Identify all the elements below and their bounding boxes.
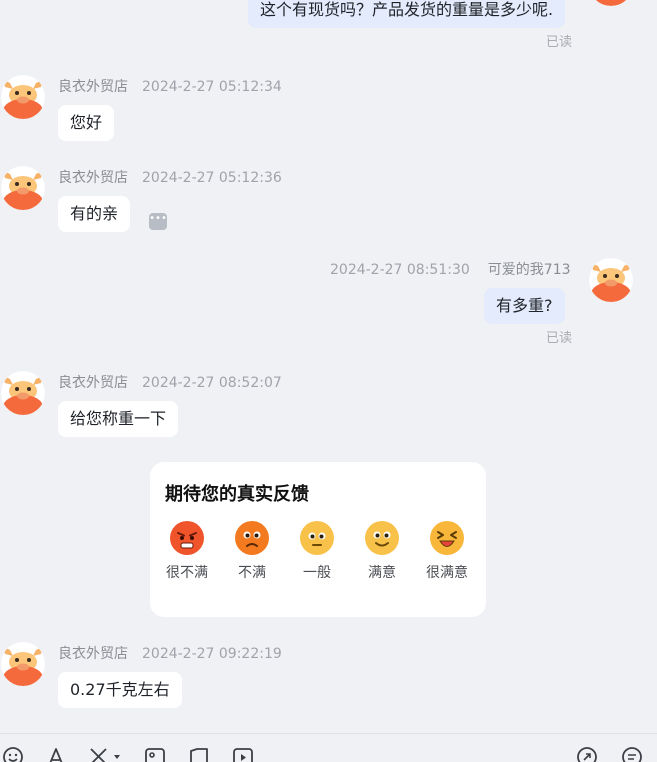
- message-meta: 2024-2-27 08:51:30 可爱的我713: [330, 259, 571, 279]
- message-time: 2024-2-27 08:52:07: [142, 375, 282, 391]
- avatar-shop[interactable]: [1, 166, 45, 210]
- bull-avatar-icon: [589, 258, 633, 302]
- rating-label: 一般: [303, 565, 331, 581]
- message-bubble-outgoing[interactable]: 有多重?: [484, 288, 565, 324]
- avatar-shop[interactable]: [1, 371, 45, 415]
- read-status: 已读: [546, 35, 573, 50]
- rating-option-very-dissatisfied[interactable]: 很不满: [157, 520, 217, 582]
- avatar-self[interactable]: [589, 0, 633, 6]
- rating-label: 很不满: [166, 565, 208, 581]
- message-meta: 良衣外贸店 2024-2-27 05:12:36: [58, 167, 282, 187]
- read-status: 已读: [546, 331, 573, 346]
- message-bubble-incoming[interactable]: 0.27千克左右: [58, 672, 182, 708]
- message-bubble-incoming[interactable]: 给您称重一下: [58, 401, 179, 437]
- frowning-face-icon: [234, 520, 270, 556]
- scissors-icon[interactable]: [88, 746, 124, 762]
- rating-option-dissatisfied[interactable]: 不满: [222, 520, 282, 582]
- angry-face-icon: [169, 520, 205, 556]
- message-time: 2024-2-27 08:51:30: [330, 262, 470, 278]
- rating-label: 很满意: [426, 565, 468, 581]
- send-icon[interactable]: [576, 746, 598, 762]
- laughing-face-icon: [429, 520, 465, 556]
- message-bubble-incoming[interactable]: 有的亲: [58, 196, 131, 232]
- quick-reply-icon[interactable]: [621, 746, 643, 762]
- bull-avatar-icon: [1, 371, 45, 415]
- sender-name: 良衣外贸店: [58, 375, 128, 391]
- avatar-self[interactable]: [589, 258, 633, 302]
- message-time: 2024-2-27 05:12:36: [142, 170, 282, 186]
- avatar-shop[interactable]: [1, 75, 45, 119]
- font-icon[interactable]: [45, 746, 67, 762]
- message-meta: 良衣外贸店 2024-2-27 08:52:07: [58, 372, 282, 392]
- neutral-face-icon: [299, 520, 335, 556]
- bull-avatar-icon: [1, 75, 45, 119]
- sender-name: 良衣外贸店: [58, 646, 128, 662]
- rating-label: 不满: [238, 565, 266, 581]
- feedback-card: 期待您的真实反馈 很不满 不满 一般 满意 很满意: [150, 462, 486, 617]
- message-time: 2024-2-27 09:22:19: [142, 646, 282, 662]
- feedback-title: 期待您的真实反馈: [165, 484, 309, 505]
- smiling-face-icon: [364, 520, 400, 556]
- video-icon[interactable]: [232, 746, 254, 762]
- rating-option-neutral[interactable]: 一般: [287, 520, 347, 582]
- message-bubble-incoming[interactable]: 您好: [58, 105, 115, 141]
- sender-name: 可爱的我713: [487, 262, 571, 278]
- message-bubble-outgoing[interactable]: 这个有现货吗？产品发货的重量是多少呢.: [248, 0, 566, 28]
- message-time: 2024-2-27 05:12:34: [142, 79, 282, 95]
- image-icon[interactable]: [144, 746, 166, 762]
- more-options-icon[interactable]: •••: [149, 213, 167, 230]
- input-toolbar: [0, 733, 657, 762]
- emoji-icon[interactable]: [2, 746, 24, 762]
- bull-avatar-icon: [1, 166, 45, 210]
- sender-name: 良衣外贸店: [58, 79, 128, 95]
- rating-option-very-satisfied[interactable]: 很满意: [417, 520, 477, 582]
- message-meta: 良衣外贸店 2024-2-27 05:12:34: [58, 76, 282, 96]
- sender-name: 良衣外贸店: [58, 170, 128, 186]
- bull-avatar-icon: [1, 642, 45, 686]
- message-meta: 良衣外贸店 2024-2-27 09:22:19: [58, 643, 282, 663]
- rating-option-satisfied[interactable]: 满意: [352, 520, 412, 582]
- rating-label: 满意: [368, 565, 396, 581]
- folder-icon[interactable]: [188, 746, 210, 762]
- avatar-shop[interactable]: [1, 642, 45, 686]
- chat-area: 这个有现货吗？产品发货的重量是多少呢. 已读 良衣外贸店 2024-2-27 05…: [0, 0, 657, 762]
